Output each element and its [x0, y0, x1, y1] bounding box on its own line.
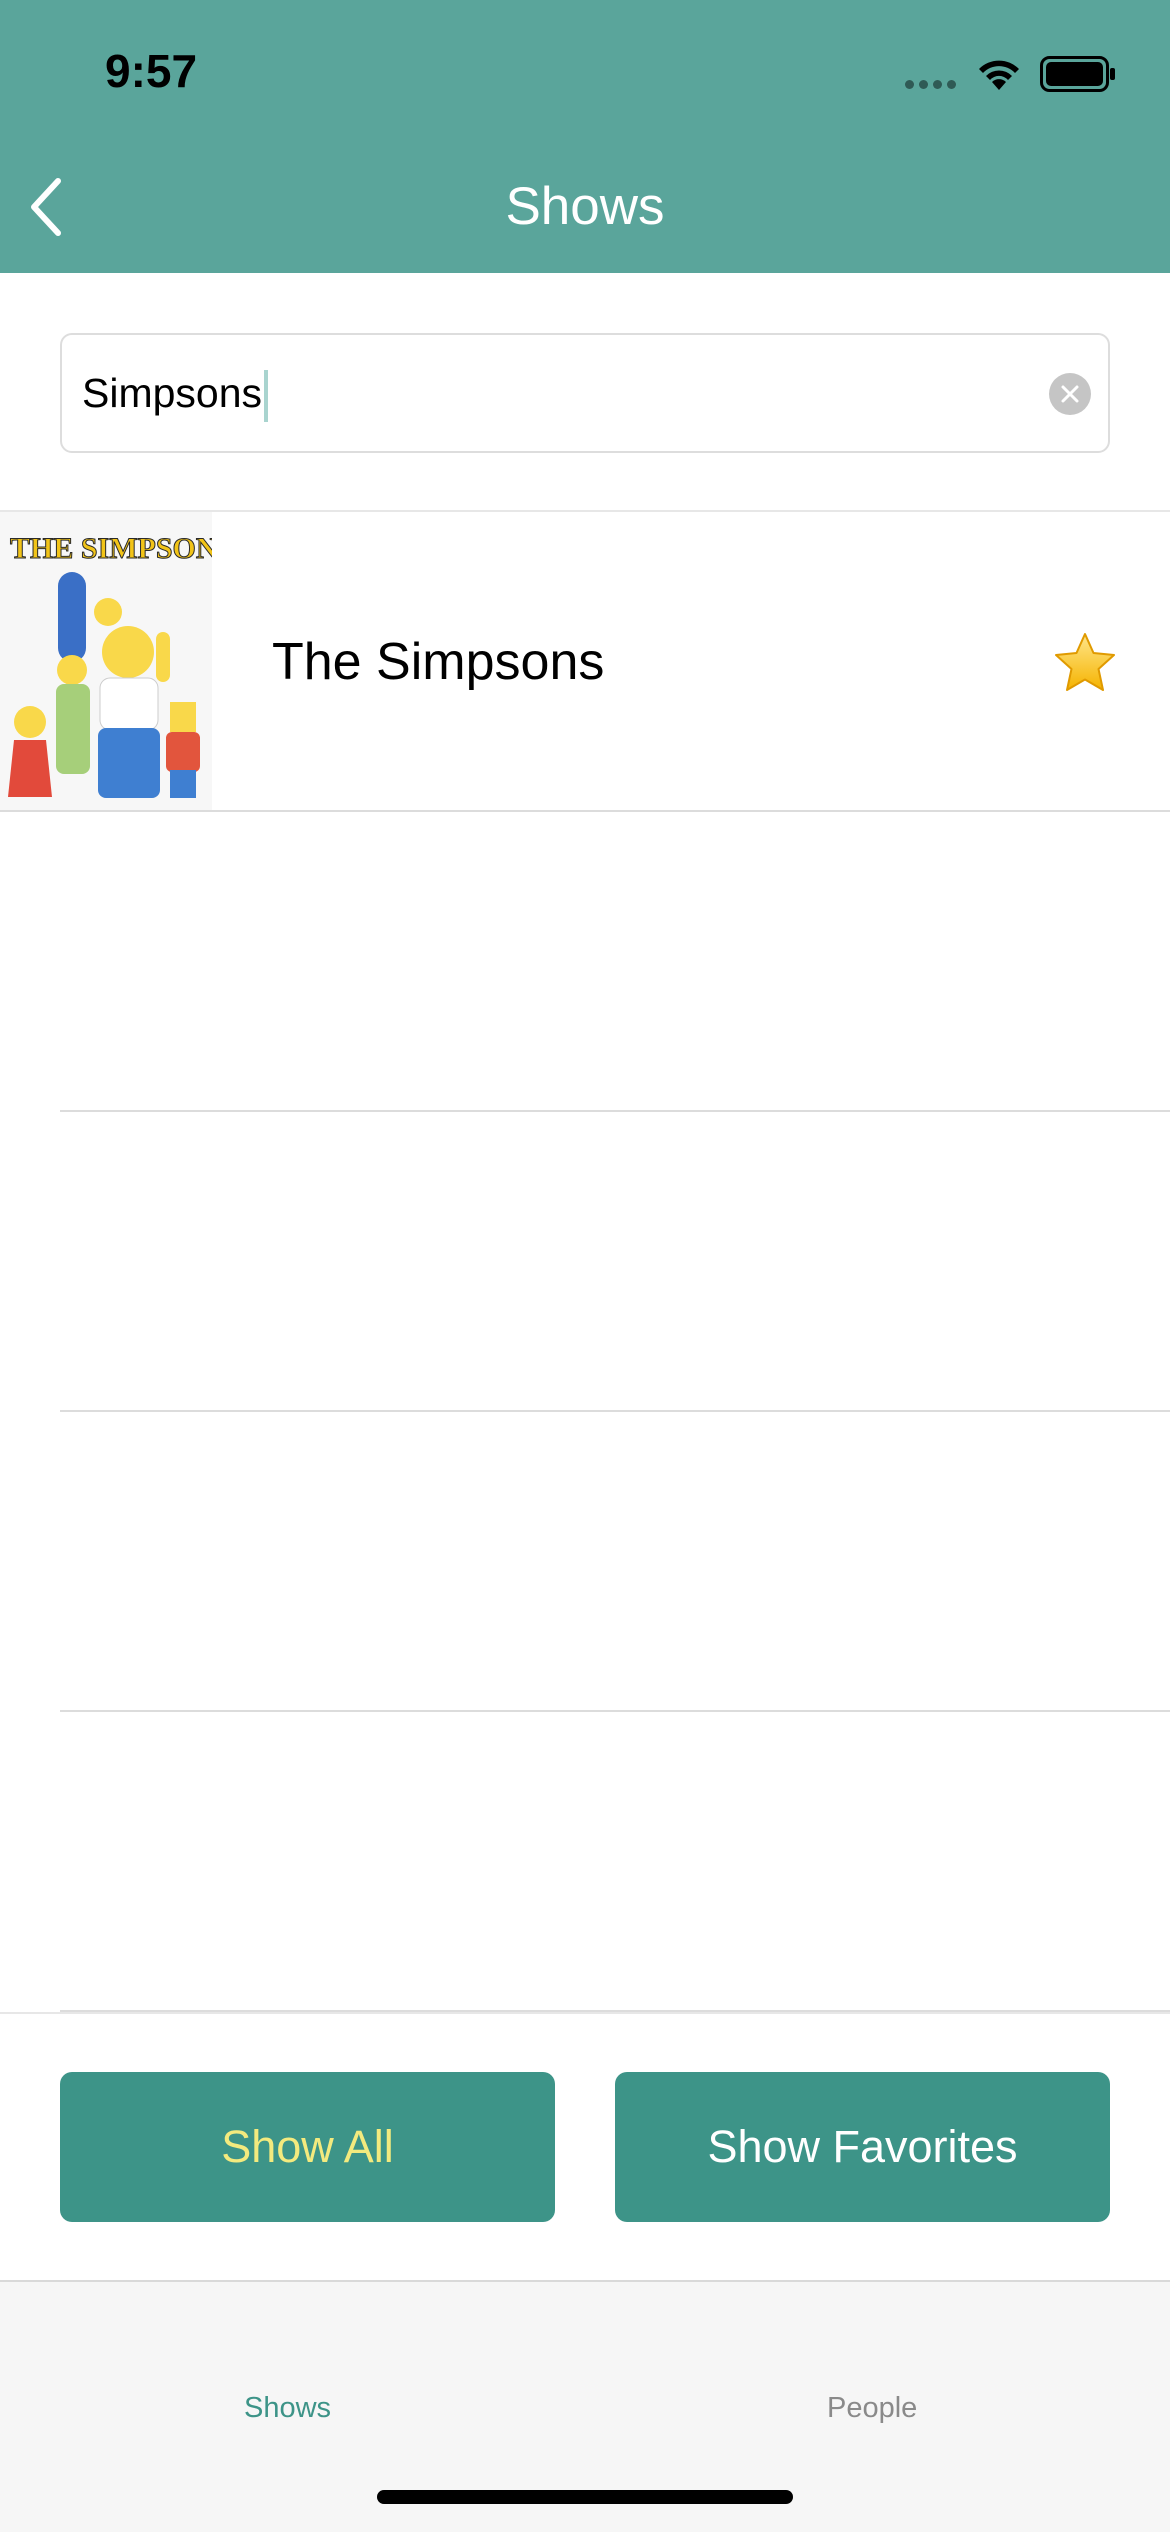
- home-indicator[interactable]: [377, 2490, 793, 2504]
- clear-circle-icon: [1061, 385, 1079, 403]
- row-divider: [60, 1110, 1170, 1112]
- show-list-item[interactable]: THE SIMPSONS The Simpsons: [0, 512, 1170, 810]
- show-all-button[interactable]: Show All: [60, 2072, 555, 2222]
- status-time: 9:57: [105, 45, 198, 97]
- row-divider: [0, 810, 1170, 812]
- page-title: Shows: [505, 177, 665, 236]
- show-favorites-button[interactable]: Show Favorites: [615, 2072, 1110, 2222]
- clear-search-button[interactable]: [1049, 373, 1091, 415]
- search-field[interactable]: Simpsons: [60, 333, 1110, 453]
- tab-people[interactable]: People: [827, 2392, 917, 2425]
- search-input[interactable]: Simpsons: [82, 370, 269, 423]
- battery-icon: [1040, 56, 1115, 92]
- cellular-signal-icon: [905, 80, 956, 89]
- text-caret: [264, 370, 269, 423]
- nav-header: 9:57 Shows: [0, 0, 1170, 273]
- footer-divider: [0, 2012, 1170, 2014]
- show-poster-art: THE SIMPSONS: [0, 512, 212, 810]
- search-value: Simpsons: [82, 370, 263, 416]
- wifi-icon: [979, 60, 1019, 90]
- row-divider: [60, 1710, 1170, 1712]
- star-icon: [1055, 633, 1115, 691]
- poster-caption: THE SIMPSONS: [10, 532, 212, 565]
- row-divider: [60, 1410, 1170, 1412]
- tab-shows[interactable]: Shows: [244, 2392, 331, 2425]
- show-poster: THE SIMPSONS: [0, 512, 212, 810]
- show-title: The Simpsons: [272, 633, 605, 691]
- favorite-button[interactable]: [1052, 630, 1118, 696]
